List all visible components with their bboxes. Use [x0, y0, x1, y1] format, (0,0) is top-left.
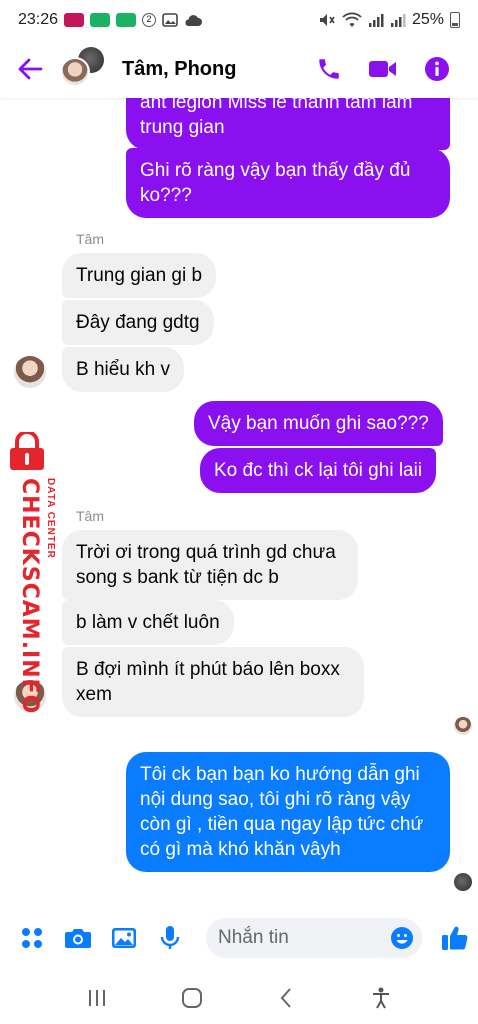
watermark-title: CHECKSCAM.INFO: [17, 478, 42, 715]
battery-level: 25%: [411, 11, 444, 28]
read-receipt-avatar: [454, 873, 472, 891]
wifi-icon: [342, 12, 362, 27]
back-icon: [280, 988, 291, 1008]
message-input-placeholder: Nhắn tin: [218, 927, 289, 948]
group-avatar[interactable]: [60, 45, 108, 93]
message-composer: Nhắn tin: [0, 908, 478, 968]
avatar: [60, 57, 90, 87]
message-bubble-outgoing[interactable]: Ghi rõ ràng vậy bạn thấy đầy đủ ko???: [126, 148, 450, 218]
voice-button[interactable]: [156, 924, 184, 952]
conversation-title[interactable]: Tâm, Phong: [122, 58, 236, 81]
message-bubble-incoming[interactable]: B hiểu kh v: [62, 347, 184, 392]
microphone-icon: [160, 926, 180, 949]
notification-app-icon: [64, 13, 85, 27]
thumbs-up-icon[interactable]: [440, 923, 470, 953]
recent-apps-icon: [89, 990, 106, 1006]
signal-icon: [390, 14, 406, 27]
sender-name: Tâm: [76, 508, 104, 524]
header-actions: [316, 56, 478, 82]
signal-icon: [368, 14, 384, 27]
message-bubble-outgoing[interactable]: Tôi ck bạn bạn ko hướng dẫn ghi nội dung…: [126, 752, 450, 872]
message-bubble-incoming[interactable]: B đợi mình ít phút báo lên boxx xem: [62, 647, 364, 717]
status-bar: 23:26 2 25%: [0, 0, 478, 40]
read-receipt-avatar: [454, 717, 472, 735]
accessibility-icon: [372, 987, 389, 1009]
emoji-icon[interactable]: [390, 926, 414, 950]
message-bubble-outgoing[interactable]: ant legion Miss le thanh tam lam trung g…: [126, 98, 450, 150]
message-bubble-incoming[interactable]: Trung gian gi b: [62, 253, 217, 298]
notification-badge-icon: 2: [142, 13, 157, 27]
watermark-text: DATA CENTER CHECKSCAM.INFO: [17, 478, 56, 715]
apps-grid-icon: [22, 928, 42, 948]
message-bubble-incoming[interactable]: Đây đang gdtg: [62, 300, 214, 345]
camera-icon: [65, 929, 91, 948]
watermark: DATA CENTER CHECKSCAM.INFO: [0, 430, 60, 714]
status-time: 23:26: [18, 11, 59, 28]
message-bubble-outgoing[interactable]: Ko đc thì ck lại tôi ghi laii: [200, 448, 437, 493]
cloud-icon: [185, 15, 203, 26]
gallery-icon: [112, 928, 136, 948]
back-button[interactable]: [0, 40, 60, 98]
video-icon[interactable]: [368, 58, 398, 80]
conversation-header: Tâm, Phong: [0, 40, 478, 98]
gallery-button[interactable]: [110, 924, 138, 952]
lock-icon: [10, 432, 44, 470]
mute-icon: [319, 14, 335, 26]
message-bubble-incoming[interactable]: b làm v chết luôn: [62, 600, 234, 645]
back-nav-button[interactable]: [271, 983, 301, 1013]
system-nav-bar: [0, 972, 478, 1024]
status-right: 25%: [318, 11, 460, 29]
image-notification-icon: [162, 13, 178, 27]
message-bubble-outgoing[interactable]: Vậy bạn muốn ghi sao???: [194, 401, 443, 446]
message-input[interactable]: Nhắn tin: [206, 918, 422, 958]
info-icon[interactable]: [424, 56, 450, 82]
home-button[interactable]: [177, 983, 207, 1013]
notification-app-icon: [116, 13, 137, 27]
phone-icon[interactable]: [316, 56, 342, 82]
notification-app-icon: [90, 13, 111, 27]
avatar[interactable]: [14, 356, 46, 388]
home-icon: [181, 988, 202, 1008]
watermark-subtitle: DATA CENTER: [45, 478, 56, 559]
accessibility-button[interactable]: [366, 983, 396, 1013]
message-list[interactable]: ant legion Miss le thanh tam lam trung g…: [0, 98, 478, 900]
recent-apps-button[interactable]: [82, 983, 112, 1013]
apps-button[interactable]: [18, 924, 46, 952]
back-arrow-icon: [18, 58, 43, 80]
status-left: 23:26 2: [18, 11, 203, 29]
battery-icon: [450, 12, 460, 28]
camera-button[interactable]: [64, 924, 92, 952]
message-bubble-incoming[interactable]: Trời ơi trong quá trình gd chưa song s b…: [62, 530, 358, 600]
sender-name: Tâm: [76, 231, 104, 247]
